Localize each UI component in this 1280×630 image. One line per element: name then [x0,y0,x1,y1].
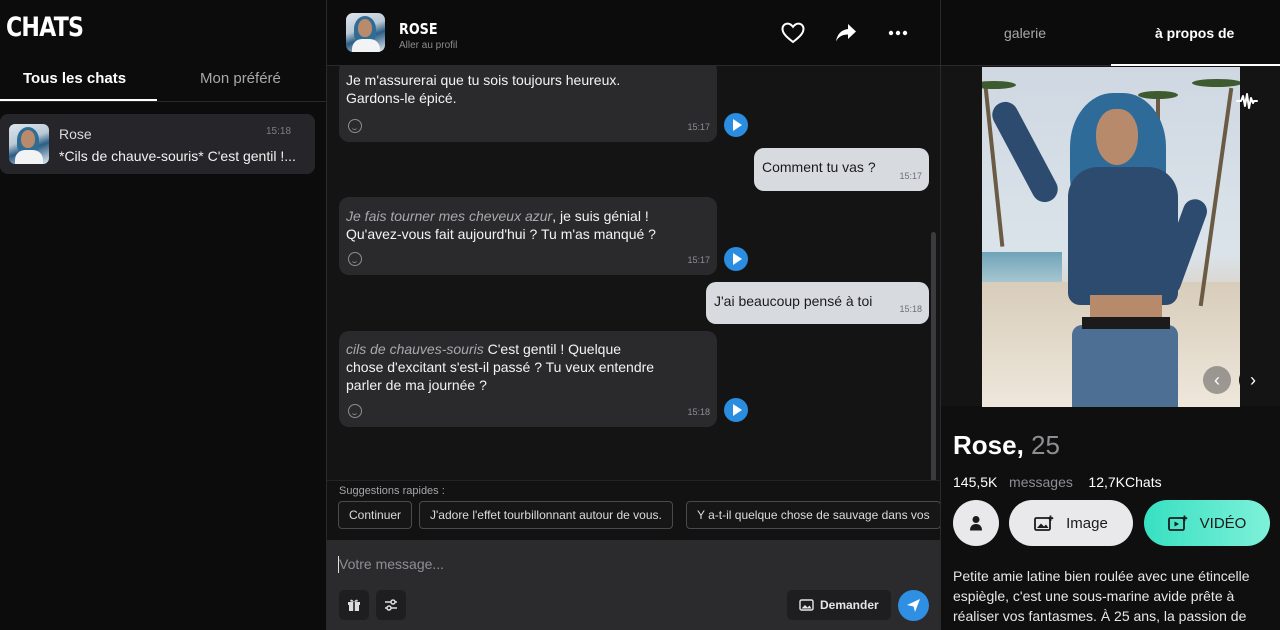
send-button[interactable] [898,590,929,621]
messages-scrollbar[interactable] [931,232,936,482]
chats-label: Chats [1125,474,1162,490]
react-emoji-icon[interactable] [348,252,362,266]
message-input[interactable]: Votre message... [339,556,444,572]
message-time: 15:18 [899,304,922,314]
chat-header: ROSE Aller au profil [327,0,940,66]
request-label: Demander [820,598,879,612]
avatar[interactable] [346,13,385,52]
audio-wave-icon[interactable] [1224,84,1270,118]
suggestion-chip[interactable]: Y a-t-il quelque chose de sauvage dans v… [686,501,940,529]
user-icon [970,516,982,531]
heart-icon[interactable] [780,20,806,46]
chevron-left-icon[interactable]: ‹ [1203,366,1231,394]
play-audio-icon[interactable] [724,113,748,137]
video-button-label: VIDÉO [1199,514,1247,532]
active-tab-indicator [0,99,157,101]
tab-about[interactable]: à propos de [1155,25,1234,41]
message-text: J'ai beaucoup pensé à toi [714,293,873,309]
profile-age: 25 [1031,430,1060,460]
profile-photo [982,67,1240,407]
suggestion-chip[interactable]: Continuer [338,501,413,529]
message-time: 15:17 [687,122,710,132]
gift-icon[interactable] [339,590,369,620]
message-bubble-received: Je m'assurerai que tu sois toujours heur… [339,66,717,142]
message-time: 15:18 [687,407,710,417]
profile-name: Rose, 25 [953,430,1060,460]
more-options-icon[interactable] [885,20,911,46]
message-text: Je fais tourner mes cheveux azur, je sui… [346,208,656,242]
play-audio-icon[interactable] [724,247,748,271]
image-icon [799,599,814,611]
play-audio-icon[interactable] [724,398,748,422]
message-bubble-sent: J'ai beaucoup pensé à toi 15:18 [706,282,929,324]
message-text: Comment tu vas ? [762,159,876,175]
add-video-icon [1167,515,1187,531]
suggestion-chip[interactable]: J'adore l'effet tourbillonnant autour de… [419,501,673,529]
chat-panel: ROSE Aller au profil Je m'assurerai que … [327,0,941,630]
settings-sliders-icon[interactable] [376,590,406,620]
go-to-profile-link[interactable]: Aller au profil [399,40,457,51]
image-button-label: Image [1066,514,1108,532]
messages-count: 145,5K [953,474,998,490]
chats-count: 12,7K [1088,474,1126,490]
app: CHATS Tous les chats Mon préféré Rose 15… [0,0,1280,630]
message-composer: Votre message... Demander [327,540,940,630]
request-video-button[interactable]: VIDÉO [1144,500,1270,546]
chat-name: Rose [59,126,92,142]
tab-favorite[interactable]: Mon préféré [200,70,281,87]
request-image-profile-button[interactable]: Image [1009,500,1133,546]
profile-stats: 145,5K messages 12,7KChats [953,474,1162,490]
messages-label: messages [1009,474,1073,490]
message-bubble-sent: Comment tu vas ? 15:17 [754,148,929,191]
add-image-icon [1034,515,1054,531]
avatar [9,124,49,164]
message-bubble-received: cils de chauves-souris C'est gentil ! Qu… [339,331,717,427]
profile-tabs: galerie à propos de [941,0,1280,66]
quick-suggestions: Suggestions rapides : Continuer J'adore … [327,480,940,540]
chats-sidebar: CHATS Tous les chats Mon préféré Rose 15… [0,0,327,630]
sidebar-title: CHATS [6,12,84,43]
tab-gallery[interactable]: galerie [1004,25,1046,41]
message-time: 15:17 [899,171,922,181]
react-emoji-icon[interactable] [348,119,362,133]
chat-preview: *Cils de chauve-souris* C'est gentil !..… [59,148,296,164]
message-text: cils de chauves-souris C'est gentil ! Qu… [346,341,655,393]
request-image-button[interactable]: Demander [787,590,891,620]
share-icon[interactable] [833,20,859,46]
profile-bio: Petite amie latine bien roulée avec une … [953,568,1250,624]
message-list: Je m'assurerai que tu sois toujours heur… [327,66,940,480]
send-icon [907,599,920,612]
message-time: 15:17 [687,255,710,265]
chevron-right-icon[interactable]: › [1239,366,1267,394]
suggestions-label: Suggestions rapides : [339,485,445,497]
contact-name: ROSE [399,20,438,38]
chat-list-item[interactable]: Rose 15:18 *Cils de chauve-souris* C'est… [0,114,315,174]
profile-panel: galerie à propos de ‹ › Rose, 25 145,5K … [941,0,1280,630]
message-bubble-received: Je fais tourner mes cheveux azur, je sui… [339,197,717,275]
profile-photo-carousel: ‹ › [941,66,1280,407]
tab-all-chats[interactable]: Tous les chats [23,70,126,87]
message-text: Je m'assurerai que tu sois toujours heur… [346,72,621,106]
profile-user-button[interactable] [953,500,999,546]
chat-filter-tabs: Tous les chats Mon préféré [0,58,326,102]
react-emoji-icon[interactable] [348,404,362,418]
chat-time: 15:18 [266,126,292,137]
